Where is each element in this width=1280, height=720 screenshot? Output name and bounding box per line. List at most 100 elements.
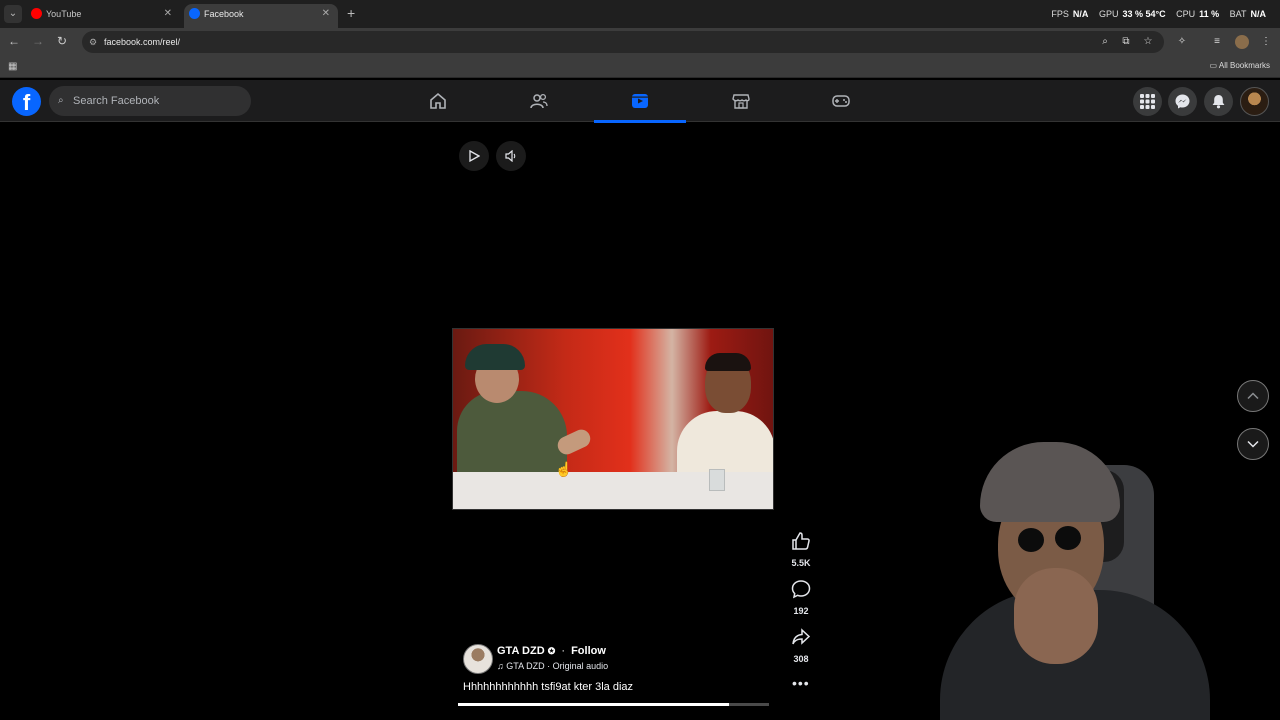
url-text: facebook.com/reel/ (104, 37, 181, 47)
extensions-icon[interactable]: ✧ (1175, 35, 1189, 49)
webcam-hands (1014, 568, 1098, 664)
reload-icon[interactable]: ↻ (54, 34, 70, 48)
tab-facebook[interactable]: Facebook ✕ (184, 4, 338, 28)
webcam-overlay (912, 440, 1212, 720)
facebook-logo[interactable]: f (12, 87, 41, 116)
speaker-icon (505, 150, 516, 162)
nav-tab-gaming[interactable] (795, 80, 887, 122)
author-row: GTA DZD ✪ · Follow (497, 645, 606, 657)
search-icon: ⌕ (58, 95, 64, 106)
author-avatar[interactable] (463, 644, 493, 674)
facebook-icon (189, 8, 200, 19)
cpu-label: CPU (1176, 9, 1196, 19)
verified-icon: ✪ (547, 646, 556, 656)
reel-caption: Hhhhhhhhhhhh tsfi9at kter 3la diaz (463, 681, 634, 693)
comment-button[interactable]: 192 (786, 579, 816, 616)
facebook-header: f ⌕ Search Facebook (0, 80, 1280, 123)
nav-tab-friends[interactable] (493, 80, 585, 122)
tab-strip: ⌄ YouTube ✕ Facebook ✕ + FPS N/A GPU 33 % … (0, 0, 1280, 28)
like-button[interactable]: 5.5K (786, 531, 816, 568)
apps-grid-icon[interactable]: ▦ (8, 61, 17, 72)
media-control-icon[interactable]: ≡ (1210, 35, 1224, 49)
bookmark-star-icon[interactable]: ☆ (1141, 35, 1155, 49)
webcam-beanie (980, 442, 1120, 522)
video-person-left-cap (465, 344, 525, 370)
messenger-icon (1175, 94, 1190, 109)
video-icon (632, 94, 648, 108)
tab-title: Facebook (204, 9, 244, 19)
webcam-sunglasses-left (1018, 528, 1044, 552)
share-count: 308 (793, 654, 809, 664)
video-table (453, 472, 773, 509)
mute-button[interactable] (496, 141, 526, 171)
more-options-icon[interactable]: ••• (792, 675, 810, 691)
music-note-icon: ♫ (497, 661, 504, 671)
video-person-right-hair (705, 353, 751, 371)
mouse-cursor-icon: ☝ (555, 461, 573, 477)
gpu-label: GPU (1098, 9, 1119, 19)
close-tab-icon[interactable]: ✕ (322, 4, 330, 24)
new-tab-button[interactable]: + (347, 5, 355, 21)
nav-tab-home[interactable] (392, 80, 484, 122)
forward-icon[interactable]: → (30, 34, 46, 48)
share-button[interactable]: 308 (786, 627, 816, 664)
marketplace-icon (732, 94, 750, 109)
tab-title: YouTube (46, 9, 82, 19)
browser-menu-icon[interactable]: ⋮ (1259, 35, 1273, 49)
play-icon (469, 150, 480, 162)
audio-info[interactable]: ♫ GTA DZD · Original audio (497, 661, 608, 671)
comment-count: 192 (793, 606, 809, 616)
search-placeholder: Search Facebook (73, 95, 160, 107)
bat-value: N/A (1250, 9, 1267, 19)
share-icon (792, 628, 811, 645)
bookmarks-bar: ▦ ▭ All Bookmarks (0, 56, 1280, 78)
gaming-icon (832, 95, 850, 107)
chevron-up-icon (1247, 392, 1259, 400)
back-icon[interactable]: ← (6, 34, 22, 48)
cpu-value: 11 % (1199, 9, 1220, 19)
all-bookmarks-button[interactable]: ▭ All Bookmarks (1210, 61, 1270, 70)
nav-tab-video[interactable] (594, 80, 686, 123)
install-icon[interactable]: ⧉ (1119, 35, 1133, 49)
comment-icon (791, 580, 811, 599)
separator-dot: · (561, 645, 566, 657)
chevron-down-icon (1247, 440, 1259, 448)
audio-label: GTA DZD · Original audio (506, 661, 609, 671)
previous-reel-button[interactable] (1237, 380, 1269, 412)
profile-avatar[interactable] (1240, 87, 1269, 116)
all-bookmarks-label: All Bookmarks (1218, 61, 1270, 70)
author-name[interactable]: GTA DZD (497, 645, 545, 657)
address-bar[interactable]: ⚙ facebook.com/reel/ (82, 31, 1164, 53)
video-progress-fill (458, 703, 729, 706)
home-icon (430, 92, 446, 109)
menu-grid-icon (1140, 94, 1155, 109)
search-input[interactable]: ⌕ Search Facebook (49, 86, 251, 116)
tab-youtube[interactable]: YouTube ✕ (26, 4, 180, 28)
thumbs-up-icon (792, 532, 810, 550)
follow-button[interactable]: Follow (571, 645, 606, 657)
folder-icon: ▭ (1209, 61, 1218, 70)
menu-button[interactable] (1133, 87, 1162, 116)
performance-overlay: FPS N/A GPU 33 % 54°C CPU 11 % BAT N/A (1051, 9, 1266, 19)
play-button[interactable] (459, 141, 489, 171)
gpu-value: 33 % 54°C (1122, 9, 1166, 19)
browser-toolbar: ← → ↻ ⚙ facebook.com/reel/ ⌕ ⧉ ☆ ✧ ≡ ⋮ (0, 28, 1280, 56)
fps-label: FPS (1051, 9, 1069, 19)
like-count: 5.5K (791, 558, 811, 568)
close-tab-icon[interactable]: ✕ (164, 4, 172, 24)
fps-value: N/A (1072, 9, 1089, 19)
webcam-sunglasses-right (1055, 526, 1081, 550)
video-progress-bar[interactable] (458, 703, 769, 706)
reel-video[interactable] (452, 328, 774, 510)
bell-icon (1212, 95, 1225, 109)
nav-tab-marketplace[interactable] (695, 80, 787, 122)
next-reel-button[interactable] (1237, 428, 1269, 460)
zoom-icon[interactable]: ⌕ (1098, 35, 1112, 49)
tab-search-button[interactable]: ⌄ (4, 5, 22, 23)
site-info-icon[interactable]: ⚙ (89, 31, 97, 53)
youtube-icon (31, 8, 42, 19)
notifications-button[interactable] (1204, 87, 1233, 116)
bat-label: BAT (1229, 9, 1247, 19)
messenger-button[interactable] (1168, 87, 1197, 116)
browser-profile-avatar[interactable] (1235, 35, 1249, 49)
